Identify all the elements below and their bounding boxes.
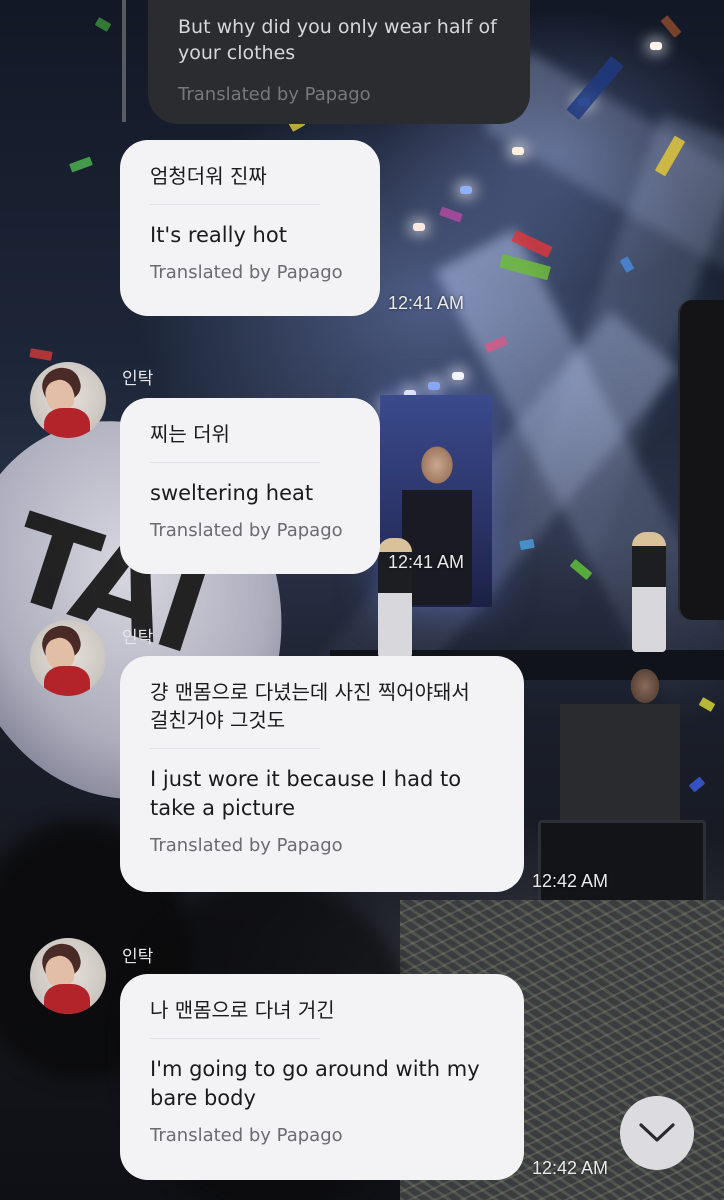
quote-indicator (122, 0, 126, 122)
bubble-divider (150, 1038, 320, 1039)
message-timestamp: 12:41 AM (388, 552, 465, 572)
message-original: 엄청더워 진짜 (150, 164, 267, 188)
message-bubble[interactable]: 걍 맨몸으로 다녔는데 사진 찍어야돼서 걸친거야 그것도 I just wor… (120, 656, 524, 892)
avatar-icon[interactable] (30, 938, 106, 1014)
bubble-divider (150, 204, 320, 205)
sender-name: 인탁 (122, 369, 154, 388)
bubble-divider (150, 462, 320, 463)
avatar-icon[interactable] (30, 362, 106, 438)
translation-credit: Translated by Papago (150, 262, 343, 283)
chevron-down-icon (639, 1123, 675, 1142)
message-timestamp: 12:42 AM (532, 871, 609, 891)
translation-credit: Translated by Papago (150, 1125, 343, 1146)
message-timestamp: 12:42 AM (532, 1158, 609, 1178)
message-timestamp: 12:41 AM (388, 293, 465, 313)
translation-credit: Translated by Papago (150, 520, 343, 541)
message-bubble[interactable]: 나 맨몸으로 다녀 거긴 I'm going to go around with… (120, 974, 524, 1180)
message-bubble[interactable]: But why did you only wear half of your c… (148, 0, 530, 124)
bubble-divider (150, 748, 320, 749)
message-original: 찌는 더위 (150, 422, 230, 446)
message-original: 나 맨몸으로 다녀 거긴 (150, 998, 335, 1022)
message-translation: But why did you only wear half of your c… (178, 16, 497, 64)
translation-credit: Translated by Papago (178, 84, 371, 105)
avatar-icon[interactable] (30, 620, 106, 696)
message-translation: I just wore it because I had to take a p… (150, 767, 462, 820)
message-translation: sweltering heat (150, 481, 314, 505)
sender-name: 인탁 (122, 947, 154, 966)
message-bubble[interactable]: 찌는 더위 sweltering heat Translated by Papa… (120, 398, 380, 574)
chat-thread: But why did you only wear half of your c… (0, 0, 724, 1200)
translation-credit: Translated by Papago (150, 835, 343, 856)
message-original: 걍 맨몸으로 다녔는데 사진 찍어야돼서 걸친거야 그것도 (150, 680, 470, 732)
message-bubble[interactable]: 엄청더워 진짜 It's really hot Translated by Pa… (120, 140, 380, 316)
message-translation: I'm going to go around with my bare body (150, 1057, 480, 1110)
sender-name: 인탁 (122, 628, 154, 647)
scroll-to-bottom-button[interactable] (620, 1096, 694, 1170)
message-translation: It's really hot (150, 223, 287, 247)
